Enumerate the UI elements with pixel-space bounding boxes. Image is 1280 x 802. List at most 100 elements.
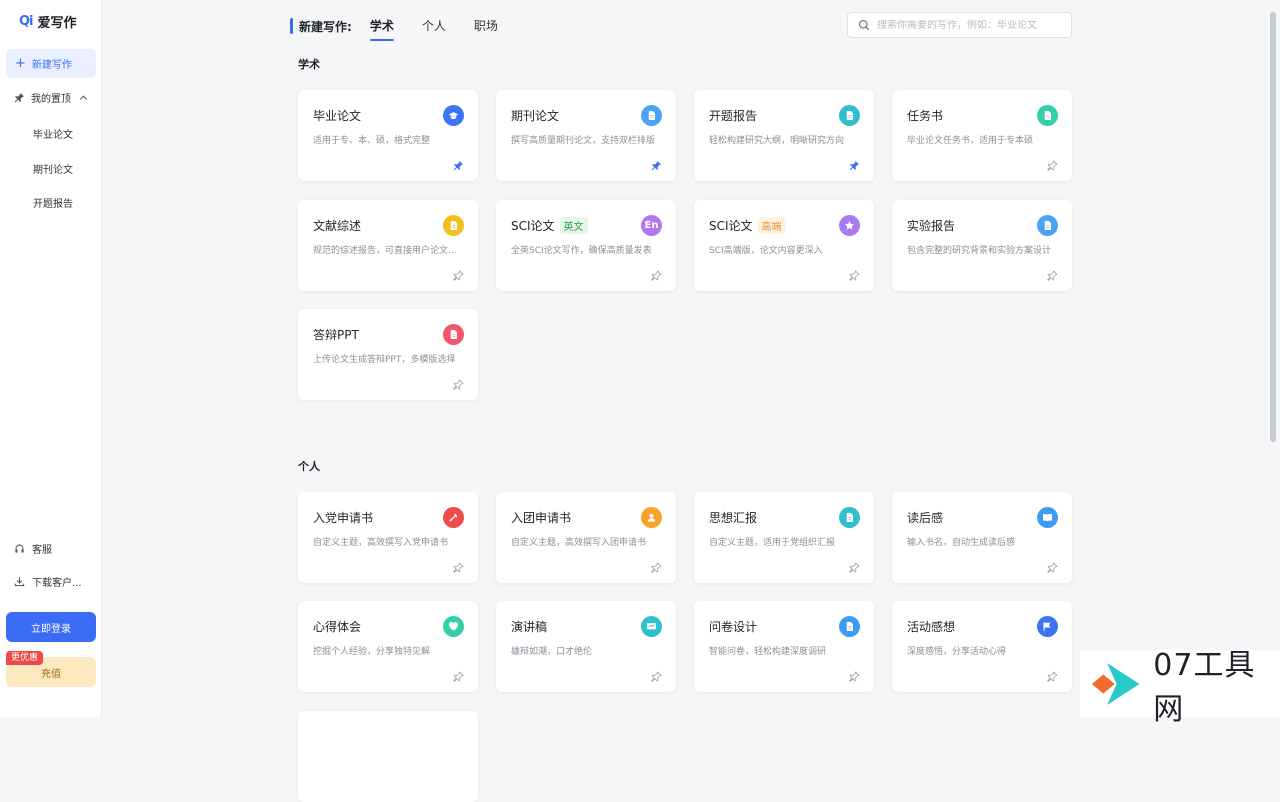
presentation-icon	[641, 616, 662, 637]
app-logo[interactable]: Qi 爱写作	[19, 12, 77, 31]
writing-card[interactable]: SCI论文 英文 全英SCI论文写作，确保高质量发表 En	[496, 200, 676, 291]
pin-icon[interactable]	[651, 266, 662, 281]
plus-icon: +	[15, 56, 26, 71]
tab-academic[interactable]: 学术	[369, 14, 394, 41]
heart-icon	[443, 616, 464, 637]
writing-card[interactable]: 文献综述 规范的综述报告，可直接用户论文...	[298, 200, 478, 291]
section-title-personal: 个人	[298, 460, 320, 473]
pin-icon[interactable]	[651, 558, 662, 573]
card-title: SCI论文	[511, 219, 555, 233]
writing-card[interactable]: 演讲稿 雄辩如潮，口才绝伦	[496, 601, 676, 692]
search-input[interactable]	[877, 19, 1057, 31]
writing-card-partial[interactable]	[298, 711, 478, 802]
pinned-icon[interactable]	[849, 156, 860, 171]
writing-card[interactable]: 期刊论文撰写高质量期刊论文，支持双栏排版	[496, 90, 676, 181]
customer-service-label: 客服	[32, 545, 52, 556]
pin-icon[interactable]	[453, 667, 464, 682]
card-title-row: 开题报告	[709, 107, 757, 124]
card-title-row: 演讲稿	[511, 618, 547, 635]
writing-card[interactable]: 思想汇报自定义主题，适用于党组织汇报	[694, 492, 874, 583]
pin-icon[interactable]	[1047, 667, 1058, 682]
title-accent-bar	[290, 18, 293, 34]
download-icon	[14, 577, 25, 587]
writing-card[interactable]: 读后感输入书名，自动生成读后感	[892, 492, 1072, 583]
card-title-row: 期刊论文	[511, 107, 559, 124]
download-client-link[interactable]: 下载客户...	[14, 574, 82, 589]
card-title: 毕业论文	[313, 109, 362, 123]
pin-icon[interactable]	[849, 266, 860, 281]
card-title-row: 活动感想	[907, 618, 955, 635]
document-icon	[839, 616, 860, 637]
book-icon	[1037, 507, 1058, 528]
tabs-lead-label: 新建写作:	[299, 19, 352, 34]
sidebar-item-pinned[interactable]: 开题报告	[33, 195, 73, 210]
pin-icon[interactable]	[1047, 558, 1058, 573]
card-tag: 英文	[559, 217, 588, 234]
tab-personal[interactable]: 个人	[422, 14, 446, 38]
card-title-row: 毕业论文	[313, 107, 361, 124]
pin-icon[interactable]	[651, 667, 662, 682]
card-description: 输入书名，自动生成读后感	[907, 538, 1016, 548]
watermark: 07工具网	[1080, 648, 1280, 727]
pinned-section-toggle[interactable]: 我的置顶	[14, 90, 88, 105]
card-description: 撰写高质量期刊论文，支持双栏排版	[511, 136, 656, 146]
pin-icon[interactable]	[849, 558, 860, 573]
document-icon	[839, 105, 860, 126]
tab-workplace[interactable]: 职场	[474, 14, 498, 38]
writing-card[interactable]: 毕业论文适用于专、本、硕，格式完整	[298, 90, 478, 181]
card-description: 智能问卷，轻松构建深度调研	[709, 647, 827, 657]
search-box[interactable]	[847, 12, 1072, 38]
writing-card[interactable]: SCI论文 高端 SCI高端版，论文内容更深入	[694, 200, 874, 291]
card-title-row: 入团申请书	[511, 509, 571, 526]
user-icon	[641, 507, 662, 528]
card-description: 自定义主题，高效撰写入团申请书	[511, 538, 647, 548]
customer-service-link[interactable]: 客服	[14, 541, 52, 556]
writing-card[interactable]: 开题报告轻松构建研究大纲，明晰研究方向	[694, 90, 874, 181]
headset-icon	[15, 544, 24, 553]
card-title: 读后感	[907, 511, 944, 525]
sidebar-item-pinned[interactable]: 期刊论文	[33, 161, 73, 176]
card-description: 自定义主题，高效撰写入党申请书	[313, 538, 449, 548]
writing-card[interactable]: 活动感想 深度感悟，分享活动心得	[892, 601, 1072, 692]
writing-card[interactable]: 答辩PPT 上传论文生成答辩PPT，多模版选择	[298, 309, 478, 400]
icon-label: En	[644, 220, 659, 231]
login-button[interactable]: 立即登录	[6, 612, 96, 642]
card-description: 包含完整的研究背景和实验方案设计	[907, 246, 1052, 256]
writing-card[interactable]: 实验报告 包含完整的研究背景和实验方案设计	[892, 200, 1072, 291]
pin-icon[interactable]	[1047, 156, 1058, 171]
search-icon	[858, 19, 870, 31]
pinned-icon[interactable]	[453, 156, 464, 171]
card-title: 任务书	[907, 109, 944, 123]
card-description: 适用于专、本、硕，格式完整	[313, 136, 431, 146]
writing-card[interactable]: 任务书 毕业论文任务书，适用于专本硕	[892, 90, 1072, 181]
watermark-text: 07工具网	[1153, 647, 1256, 727]
document-icon	[443, 324, 464, 345]
pin-icon[interactable]	[1047, 266, 1058, 281]
pin-icon[interactable]	[453, 266, 464, 281]
pin-icon[interactable]	[453, 375, 464, 390]
flag-icon	[1037, 616, 1058, 637]
card-title: 思想汇报	[709, 511, 758, 525]
pinned-icon[interactable]	[651, 156, 662, 171]
card-tag: 高端	[757, 217, 786, 234]
new-writing-button[interactable]: + 新建写作	[6, 49, 96, 78]
pin-icon[interactable]	[849, 667, 860, 682]
writing-card[interactable]: 入团申请书自定义主题，高效撰写入团申请书	[496, 492, 676, 583]
card-title: 问卷设计	[709, 620, 758, 634]
writing-card[interactable]: 入党申请书自定义主题，高效撰写入党申请书	[298, 492, 478, 583]
writing-card[interactable]: 问卷设计智能问卷，轻松构建深度调研	[694, 601, 874, 692]
pin-icon[interactable]	[453, 558, 464, 573]
sidebar-item-pinned[interactable]: 毕业论文	[33, 126, 73, 141]
card-description: 轻松构建研究大纲，明晰研究方向	[709, 136, 845, 146]
document-icon	[839, 507, 860, 528]
sidebar: Qi 爱写作 + 新建写作 我的置顶 毕业论文 期刊论文 开题报告 客服 下载客…	[0, 0, 102, 717]
scrollbar[interactable]	[1270, 12, 1276, 442]
chevron-up-icon	[79, 95, 88, 100]
writing-card[interactable]: 心得体会 挖掘个人经验，分享独特见解	[298, 601, 478, 692]
card-title-row: 入党申请书	[313, 509, 373, 526]
card-title: 开题报告	[709, 109, 758, 123]
pinned-label: 我的置顶	[31, 94, 71, 105]
card-description: 上传论文生成答辩PPT，多模版选择	[313, 355, 456, 365]
document-icon	[1037, 215, 1058, 236]
card-description: 自定义主题，适用于党组织汇报	[709, 538, 836, 548]
